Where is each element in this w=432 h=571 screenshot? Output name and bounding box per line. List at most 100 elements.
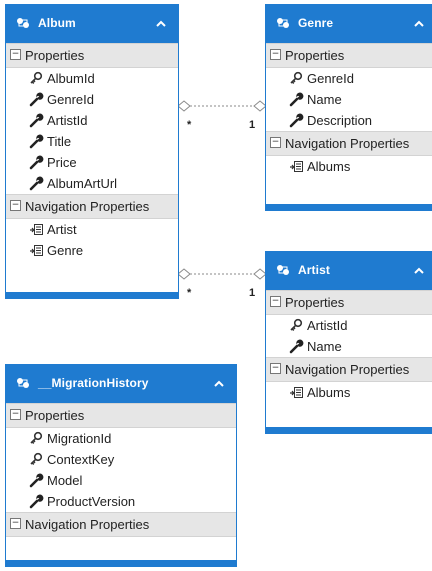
section-label: Properties (285, 295, 345, 310)
list-item[interactable]: ContextKey (6, 449, 236, 470)
navigation-properties-section-header[interactable]: − Navigation Properties (6, 512, 236, 537)
wrench-icon (29, 176, 44, 191)
key-icon (289, 71, 304, 86)
key-icon (289, 318, 304, 333)
entity-album[interactable]: Album − Properties AlbumId GenreId ArtistI… (5, 4, 179, 299)
property-name: Price (47, 155, 77, 170)
album-genre-to-multiplicity: 1 (249, 119, 256, 131)
list-item[interactable]: AlbumId (6, 68, 178, 89)
entity-title: Album (38, 16, 76, 30)
property-name: ArtistId (47, 113, 88, 128)
property-name: GenreId (307, 71, 354, 86)
collapse-minus-icon[interactable]: − (270, 137, 281, 148)
section-label: Properties (285, 48, 345, 63)
entity-migration-history[interactable]: __MigrationHistory − Properties Migratio… (5, 364, 237, 567)
collapse-minus-icon[interactable]: − (270, 49, 281, 60)
property-name: GenreId (47, 92, 94, 107)
entity-header[interactable]: Artist (266, 252, 432, 290)
list-item[interactable]: MigrationId (6, 428, 236, 449)
list-item[interactable]: GenreId (266, 68, 432, 89)
navigation-property-icon (29, 222, 44, 237)
list-item[interactable]: ProductVersion (6, 491, 236, 512)
collapse-minus-icon[interactable]: − (10, 518, 21, 529)
collapse-chevron-up-icon[interactable] (156, 20, 166, 27)
navigation-properties-list: Albums (266, 156, 432, 177)
list-item[interactable]: ArtistId (6, 110, 178, 131)
entity-genre[interactable]: Genre − Properties GenreId Name Descriptio… (265, 4, 432, 211)
property-name: Description (307, 113, 373, 128)
entity-footer (266, 427, 432, 433)
section-label: Navigation Properties (285, 136, 410, 151)
property-name: MigrationId (47, 431, 112, 446)
entity-type-icon (277, 18, 289, 28)
property-name: Name (307, 339, 342, 354)
property-name: ProductVersion (47, 494, 136, 509)
wrench-icon (289, 92, 304, 107)
key-icon (29, 431, 44, 446)
list-item[interactable]: Price (6, 152, 178, 173)
properties-section-header[interactable]: − Properties (6, 43, 178, 68)
list-item[interactable]: Model (6, 470, 236, 491)
collapse-minus-icon[interactable]: − (10, 49, 21, 60)
collapse-chevron-up-icon[interactable] (414, 267, 424, 274)
key-icon (29, 452, 44, 467)
section-label: Properties (25, 408, 85, 423)
list-item[interactable]: Name (266, 336, 432, 357)
section-label: Navigation Properties (25, 517, 150, 532)
property-name: Albums (307, 385, 351, 400)
property-name: Title (47, 134, 72, 149)
entity-artist[interactable]: Artist − Properties ArtistId Name − Navig… (265, 251, 432, 434)
entity-title: Artist (298, 263, 330, 277)
entity-header[interactable]: __MigrationHistory (6, 365, 236, 403)
navigation-properties-section-header[interactable]: − Navigation Properties (266, 131, 432, 156)
section-label: Navigation Properties (285, 362, 410, 377)
list-item[interactable]: ArtistId (266, 315, 432, 336)
properties-list: MigrationId ContextKey Model ProductVersion (6, 428, 236, 512)
entity-footer (266, 204, 432, 210)
entity-type-icon (17, 378, 29, 388)
property-name: Genre (47, 243, 84, 258)
section-label: Navigation Properties (25, 199, 150, 214)
property-name: Artist (47, 222, 77, 237)
album-genre-end-diamond (177, 100, 191, 112)
list-item[interactable]: Title (6, 131, 178, 152)
properties-section-header[interactable]: − Properties (266, 290, 432, 315)
wrench-icon (29, 134, 44, 149)
wrench-icon (289, 113, 304, 128)
list-item[interactable]: Albums (266, 156, 432, 177)
property-name: AlbumId (47, 71, 95, 86)
entity-title: Genre (298, 16, 334, 30)
entity-footer (6, 560, 236, 566)
list-item[interactable]: Artist (6, 219, 178, 240)
list-item[interactable]: AlbumArtUrl (6, 173, 178, 194)
entity-header[interactable]: Genre (266, 5, 432, 43)
entity-footer (6, 292, 178, 298)
list-item[interactable]: Genre (6, 240, 178, 261)
collapse-minus-icon[interactable]: − (10, 200, 21, 211)
list-item[interactable]: GenreId (6, 89, 178, 110)
wrench-icon (29, 494, 44, 509)
key-icon (29, 71, 44, 86)
wrench-icon (29, 113, 44, 128)
collapse-chevron-up-icon[interactable] (214, 380, 224, 387)
collapse-minus-icon[interactable]: − (10, 409, 21, 420)
album-artist-to-multiplicity: 1 (249, 287, 256, 299)
list-item[interactable]: Name (266, 89, 432, 110)
list-item[interactable]: Description (266, 110, 432, 131)
property-name: ArtistId (307, 318, 348, 333)
album-genre-from-multiplicity: * (187, 119, 192, 131)
collapse-chevron-up-icon[interactable] (414, 20, 424, 27)
entity-header[interactable]: Album (6, 5, 178, 43)
property-name: ContextKey (47, 452, 115, 467)
list-item[interactable]: Albums (266, 382, 432, 403)
properties-list: ArtistId Name (266, 315, 432, 357)
navigation-properties-section-header[interactable]: − Navigation Properties (266, 357, 432, 382)
properties-section-header[interactable]: − Properties (6, 403, 236, 428)
navigation-property-icon (29, 243, 44, 258)
properties-section-header[interactable]: − Properties (266, 43, 432, 68)
navigation-properties-section-header[interactable]: − Navigation Properties (6, 194, 178, 219)
wrench-icon (29, 155, 44, 170)
collapse-minus-icon[interactable]: − (270, 296, 281, 307)
collapse-minus-icon[interactable]: − (270, 363, 281, 374)
entity-type-icon (17, 18, 29, 28)
